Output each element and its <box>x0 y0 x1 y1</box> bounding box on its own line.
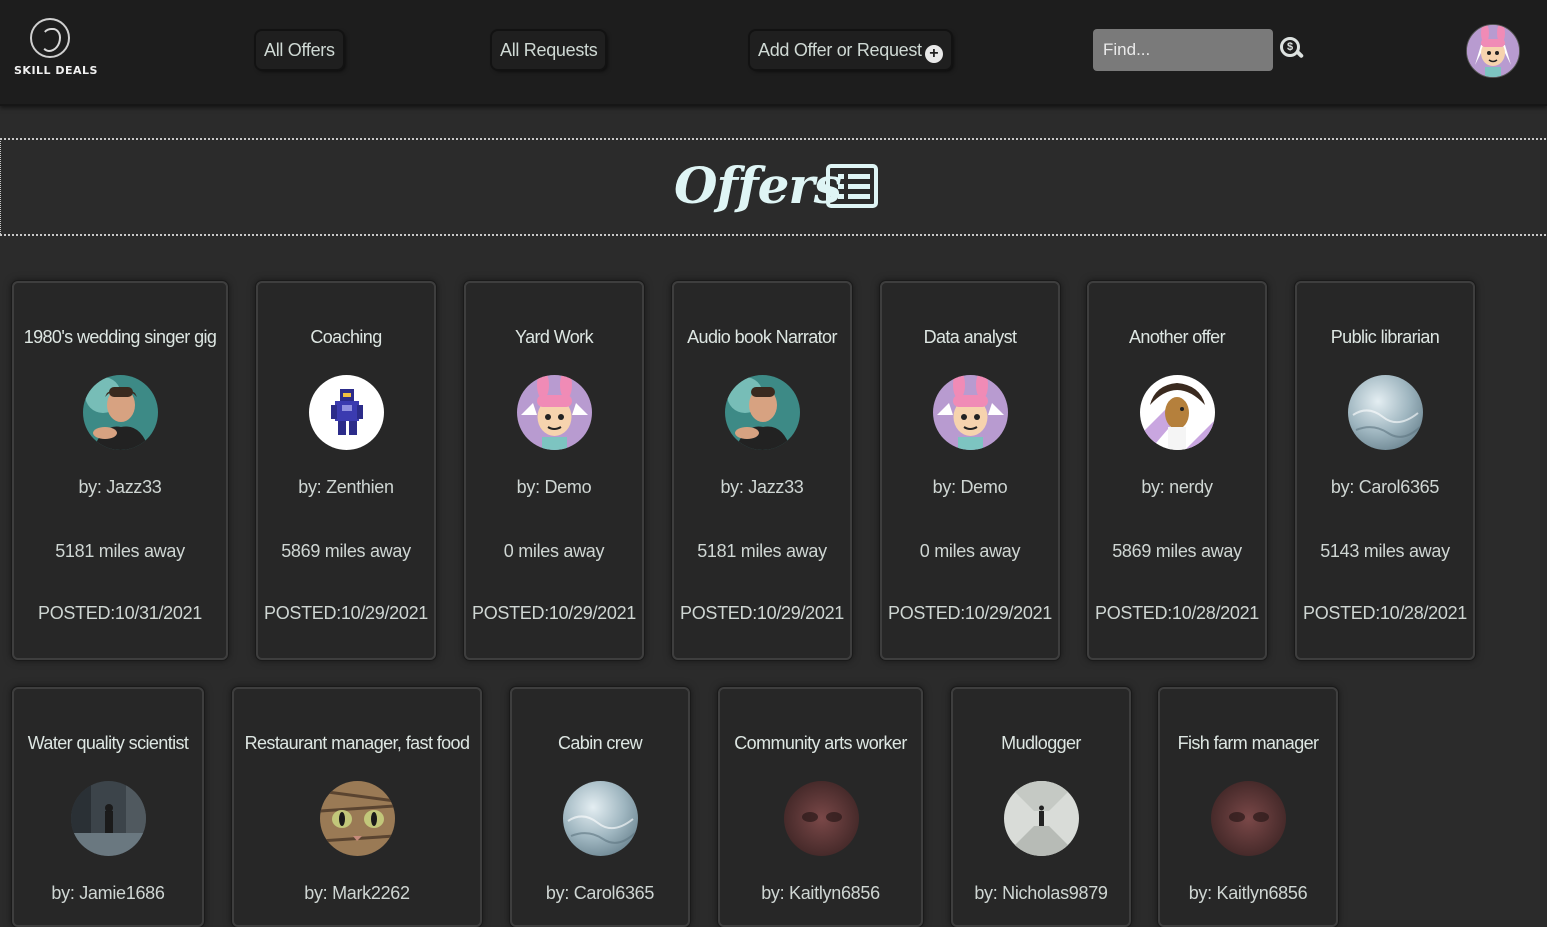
cartoon-bird-avatar <box>1140 375 1215 450</box>
offer-card[interactable]: Cabin crew by: Carol6365 <box>510 687 690 927</box>
offer-author: by: Carol6365 <box>545 883 655 903</box>
offer-card[interactable]: Restaurant manager, fast food by: Mark22… <box>232 687 482 927</box>
user-avatar[interactable] <box>1466 24 1520 78</box>
plus-circle-icon: + <box>924 45 943 63</box>
offer-card[interactable]: Water quality scientist by: Jamie1686 <box>12 687 204 927</box>
man-portrait-avatar <box>725 375 800 450</box>
logo[interactable]: SKILL DEALS <box>14 18 98 84</box>
offer-posted-date: POSTED:10/31/2021 <box>37 603 202 623</box>
offer-author: by: Demo <box>516 477 592 497</box>
offer-posted-date: POSTED:10/29/2021 <box>679 603 844 623</box>
offer-distance: 5143 miles away <box>1320 541 1450 561</box>
offer-posted-date: POSTED:10/28/2021 <box>1094 603 1259 623</box>
offer-title: Mudlogger <box>1001 733 1081 753</box>
offer-author: by: Mark2262 <box>304 883 410 903</box>
logo-mark-icon <box>30 18 70 58</box>
offer-card[interactable]: Fish farm manager by: Kaitlyn6856 <box>1158 687 1338 927</box>
offer-title: Restaurant manager, fast food <box>244 733 470 753</box>
offer-posted-date: POSTED:10/29/2021 <box>263 603 428 623</box>
offer-distance: 5869 miles away <box>281 541 411 561</box>
navbar: SKILL DEALS All Offers All Requests Add … <box>0 0 1547 106</box>
blurred-face-avatar <box>1211 781 1286 856</box>
search-icon[interactable]: $ <box>1280 37 1305 61</box>
man-portrait-avatar <box>83 375 158 450</box>
person-corridor-avatar <box>1004 781 1079 856</box>
bunny-ears-girl-avatar <box>517 375 592 450</box>
add-offer-request-label: Add Offer or Request <box>758 40 922 60</box>
offer-author: by: Jazz33 <box>720 477 804 497</box>
offer-card[interactable]: Yard Work by: Demo 0 miles away POSTED:1… <box>464 281 644 660</box>
offer-title: Yard Work <box>515 327 594 347</box>
cat-face-avatar <box>320 781 395 856</box>
blurred-face-avatar <box>783 781 859 856</box>
all-offers-button[interactable]: All Offers <box>256 31 343 69</box>
offer-title: Data analyst <box>923 327 1017 347</box>
offer-title: Cabin crew <box>557 733 643 753</box>
offer-title: Coaching <box>310 327 382 347</box>
offer-distance: 0 miles away <box>919 541 1021 561</box>
page-title: Offers <box>674 156 842 215</box>
offer-author: by: Demo <box>932 477 1008 497</box>
offer-card[interactable]: Public librarian by: Carol6365 5143 mile… <box>1295 281 1475 660</box>
offer-author: by: Jamie1686 <box>51 883 165 903</box>
dark-room-avatar <box>71 781 146 856</box>
offer-title: Water quality scientist <box>27 733 189 753</box>
offer-author: by: Zenthien <box>298 477 394 497</box>
offer-author: by: Nicholas9879 <box>974 883 1108 903</box>
offer-posted-date: POSTED:10/29/2021 <box>471 603 636 623</box>
offer-title: Another offer <box>1129 327 1226 347</box>
list-icon <box>826 164 878 208</box>
offer-title: Fish farm manager <box>1177 733 1319 753</box>
offer-distance: 5181 miles away <box>55 541 185 561</box>
offer-posted-date: POSTED:10/28/2021 <box>1302 603 1467 623</box>
offer-distance: 0 miles away <box>503 541 605 561</box>
offer-card[interactable]: Audio book Narrator by: Jazz33 5181 mile… <box>672 281 852 660</box>
all-requests-button[interactable]: All Requests <box>492 31 606 69</box>
offer-card[interactable]: Coaching by: Zenthien 5869 miles away PO… <box>256 281 436 660</box>
pixel-knight-avatar <box>309 375 384 450</box>
offer-title: Community arts worker <box>734 733 907 753</box>
water-texture-avatar <box>563 781 638 856</box>
offer-posted-date: POSTED:10/29/2021 <box>887 603 1052 623</box>
offer-author: by: Carol6365 <box>1330 477 1440 497</box>
offer-author: by: Kaitlyn6856 <box>1188 883 1308 903</box>
offer-distance: 5869 miles away <box>1112 541 1242 561</box>
offer-card[interactable]: Data analyst by: Demo 0 miles away POSTE… <box>880 281 1060 660</box>
offer-card[interactable]: Mudlogger by: Nicholas9879 <box>951 687 1131 927</box>
logo-text: SKILL DEALS <box>14 64 98 77</box>
offer-card[interactable]: Another offer by: nerdy 5869 miles away … <box>1087 281 1267 660</box>
offer-title: 1980's wedding singer gig <box>23 327 217 347</box>
offer-author: by: nerdy <box>1141 477 1213 497</box>
bunny-ears-girl-avatar <box>933 375 1008 450</box>
offer-title: Audio book Narrator <box>687 327 837 347</box>
offer-card[interactable]: Community arts worker by: Kaitlyn6856 <box>718 687 923 927</box>
offer-card[interactable]: 1980's wedding singer gig by: Jazz33 518… <box>12 281 228 660</box>
offer-title: Public librarian <box>1330 327 1440 347</box>
search-input[interactable] <box>1093 29 1273 71</box>
offer-distance: 5181 miles away <box>697 541 827 561</box>
offer-author: by: Kaitlyn6856 <box>761 883 880 903</box>
offers-banner: Offers <box>0 138 1546 236</box>
offer-author: by: Jazz33 <box>78 477 162 497</box>
add-offer-request-button[interactable]: Add Offer or Request + <box>750 31 951 69</box>
water-texture-avatar <box>1348 375 1423 450</box>
